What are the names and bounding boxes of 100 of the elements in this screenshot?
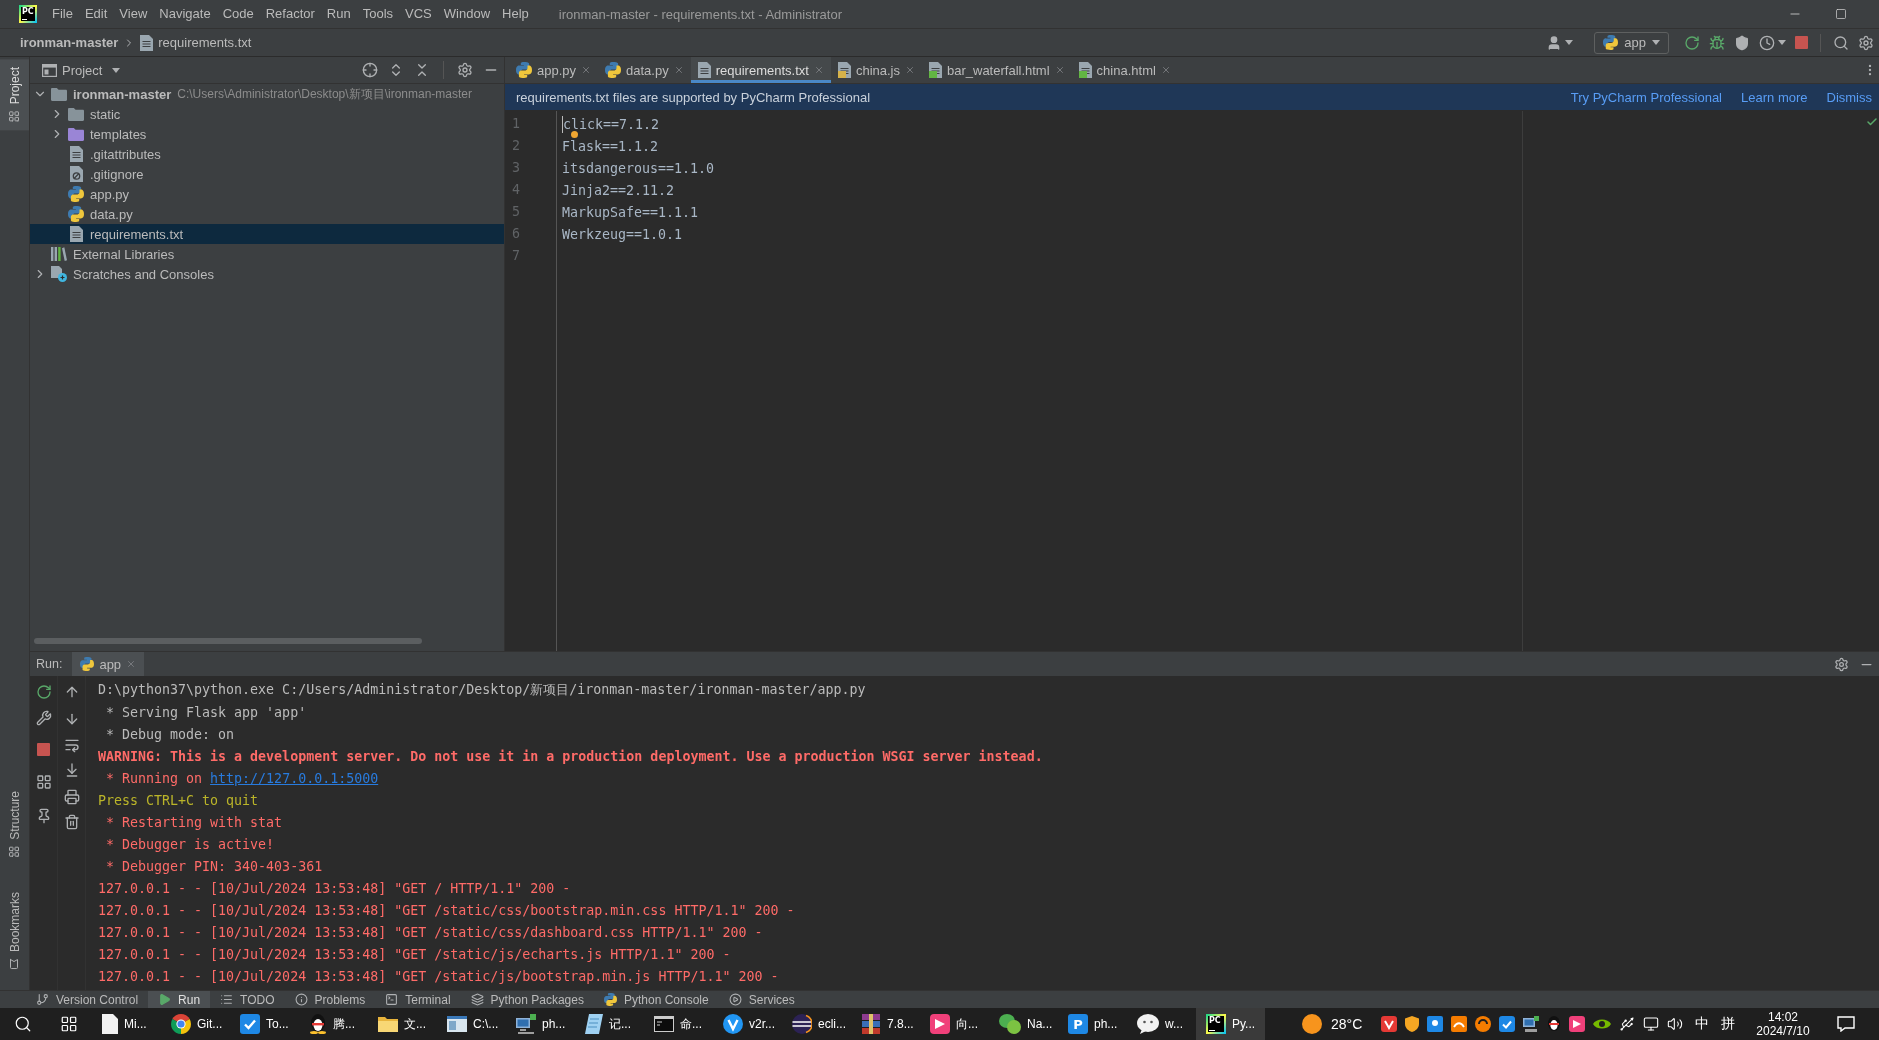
menu-item[interactable]: Window bbox=[437, 0, 497, 28]
menu-item[interactable]: View bbox=[113, 0, 154, 28]
crosshair-icon[interactable] bbox=[362, 62, 378, 78]
computer-icon[interactable] bbox=[1523, 1016, 1540, 1032]
breadcrumb[interactable]: requirements.txt bbox=[158, 35, 252, 50]
tool-tab[interactable]: TODO bbox=[210, 991, 285, 1008]
weather-widget[interactable]: 28°C bbox=[1302, 1014, 1363, 1034]
speaker-icon[interactable] bbox=[1667, 1016, 1684, 1032]
taskbar-app[interactable]: Na... bbox=[989, 1008, 1058, 1040]
console-tab[interactable]: app bbox=[72, 652, 145, 676]
tree-item[interactable]: templates bbox=[30, 124, 504, 144]
taskbar-app[interactable]: Mi... bbox=[92, 1008, 161, 1040]
tree-item[interactable]: static bbox=[30, 104, 504, 124]
tool-tab[interactable]: Version Control bbox=[26, 991, 149, 1008]
tree-item[interactable]: app.py bbox=[30, 184, 504, 204]
menu-item[interactable]: Navigate bbox=[153, 0, 217, 28]
taskbar-app[interactable]: w... bbox=[1127, 1008, 1196, 1040]
clock-icon[interactable] bbox=[1759, 34, 1775, 51]
tool-window-tab[interactable]: Project bbox=[0, 59, 29, 131]
menu-item[interactable]: VCS bbox=[399, 0, 438, 28]
notification-icon[interactable] bbox=[1837, 1016, 1855, 1032]
taskbar-app[interactable]: ecli... bbox=[782, 1008, 851, 1040]
caret-icon[interactable] bbox=[1778, 40, 1786, 45]
eye-logo-icon[interactable] bbox=[1593, 1018, 1612, 1030]
run-config-dropdown[interactable]: app bbox=[1594, 31, 1669, 54]
gear-icon[interactable] bbox=[457, 62, 473, 78]
clock-time[interactable]: 14:02 bbox=[1767, 1010, 1798, 1024]
tool-tab[interactable]: Python Console bbox=[593, 991, 719, 1008]
task-view-icon[interactable] bbox=[60, 1015, 78, 1033]
tree-item[interactable]: External Libraries bbox=[30, 244, 504, 264]
taskbar-app[interactable]: 文... bbox=[368, 1008, 437, 1040]
tool-tab[interactable]: Terminal bbox=[375, 991, 461, 1008]
usb-icon[interactable] bbox=[1619, 1016, 1636, 1032]
taskbar-app[interactable]: ph... bbox=[506, 1008, 575, 1040]
tile-logo-icon[interactable] bbox=[1451, 1016, 1468, 1032]
rerun-icon[interactable] bbox=[35, 684, 52, 700]
input-method-indicator[interactable]: 中 bbox=[1695, 1015, 1710, 1033]
tool-tab[interactable]: Run bbox=[148, 991, 211, 1008]
check-tile-icon[interactable] bbox=[1381, 1016, 1398, 1032]
taskbar-app[interactable]: C:\... bbox=[437, 1008, 506, 1040]
banner-link[interactable]: Dismiss bbox=[1826, 89, 1872, 105]
console-link[interactable]: http://127.0.0.1:5000 bbox=[210, 770, 379, 786]
menu-item[interactable]: Tools bbox=[356, 0, 400, 28]
tile-logo-icon[interactable] bbox=[1569, 1016, 1586, 1032]
taskbar-app[interactable]: 向... bbox=[920, 1008, 989, 1040]
tile-logo-icon[interactable] bbox=[1427, 1016, 1444, 1032]
banner-link[interactable]: Learn more bbox=[1741, 89, 1808, 105]
wrench-icon[interactable] bbox=[35, 710, 52, 726]
clock-date[interactable]: 2024/7/10 bbox=[1756, 1024, 1810, 1038]
taskbar-app[interactable]: Git... bbox=[161, 1008, 230, 1040]
editor-tab[interactable]: data.py bbox=[598, 57, 691, 83]
marker-dot-icon[interactable] bbox=[571, 131, 578, 138]
monitor-icon[interactable] bbox=[1643, 1016, 1660, 1032]
editor-tab[interactable]: china.js bbox=[830, 57, 922, 83]
penguin-icon[interactable] bbox=[1547, 1016, 1562, 1032]
panel-title[interactable]: Project bbox=[62, 62, 103, 78]
tool-window-tab[interactable]: Structure bbox=[0, 783, 29, 866]
tool-tab[interactable]: Python Packages bbox=[460, 991, 594, 1008]
taskbar-app[interactable]: PC Py... bbox=[1196, 1008, 1265, 1040]
caret-icon[interactable] bbox=[112, 67, 121, 73]
shield-icon[interactable] bbox=[1734, 34, 1750, 51]
rerun-icon[interactable] bbox=[1684, 34, 1700, 51]
taskbar-app[interactable]: P ph... bbox=[1058, 1008, 1127, 1040]
gear-icon[interactable] bbox=[1858, 34, 1874, 51]
taskbar-app[interactable]: 命... bbox=[644, 1008, 713, 1040]
tool-tab[interactable]: Problems bbox=[284, 991, 376, 1008]
menu-item[interactable]: Edit bbox=[78, 0, 114, 28]
tree-item[interactable]: data.py bbox=[30, 204, 504, 224]
menu-item[interactable]: Run bbox=[320, 0, 357, 28]
printer-icon[interactable] bbox=[63, 789, 80, 805]
menu-item[interactable]: File bbox=[46, 0, 79, 28]
tree-item[interactable]: requirements.txt bbox=[30, 224, 504, 244]
menu-item[interactable]: Help bbox=[496, 0, 535, 28]
taskbar-app[interactable]: 7.8... bbox=[851, 1008, 920, 1040]
shield-icon[interactable] bbox=[1405, 1016, 1420, 1032]
gear-icon[interactable] bbox=[1834, 656, 1849, 672]
breadcrumb[interactable]: ironman-master bbox=[20, 35, 119, 50]
soft-wrap-icon[interactable] bbox=[63, 737, 80, 753]
check-tile-icon[interactable] bbox=[1499, 1016, 1516, 1032]
tree-item[interactable]: Scratches and Consoles bbox=[30, 264, 504, 284]
layout-icon[interactable] bbox=[35, 774, 52, 790]
horizontal-scrollbar[interactable] bbox=[34, 638, 422, 644]
tool-tab[interactable]: Services bbox=[718, 991, 805, 1008]
tree-item[interactable]: .gitignore bbox=[30, 164, 504, 184]
editor-tab[interactable]: bar_waterfall.html bbox=[922, 57, 1072, 83]
bug-icon[interactable] bbox=[1709, 34, 1725, 51]
banner-link[interactable]: Try PyCharm Professional bbox=[1570, 89, 1722, 105]
tree-item[interactable]: .gitattributes bbox=[30, 144, 504, 164]
taskbar-app[interactable]: 腾... bbox=[299, 1008, 368, 1040]
editor-tab[interactable]: requirements.txt bbox=[690, 57, 831, 83]
menu-item[interactable]: Code bbox=[216, 0, 260, 28]
taskbar-app[interactable]: To... bbox=[230, 1008, 299, 1040]
input-method-indicator[interactable]: 拼 bbox=[1721, 1015, 1736, 1033]
tool-window-tab[interactable]: Bookmarks bbox=[0, 883, 29, 978]
taskbar-app[interactable]: v2r... bbox=[713, 1008, 782, 1040]
tree-item[interactable]: ironman-master C:\Users\Administrator\Desktop\新项目\ironman-master bbox=[30, 84, 504, 104]
swirl-icon[interactable] bbox=[1475, 1016, 1492, 1032]
taskbar-app[interactable]: 记... bbox=[575, 1008, 644, 1040]
trash-icon[interactable] bbox=[63, 814, 80, 830]
editor-tab[interactable]: china.html bbox=[1071, 57, 1178, 83]
